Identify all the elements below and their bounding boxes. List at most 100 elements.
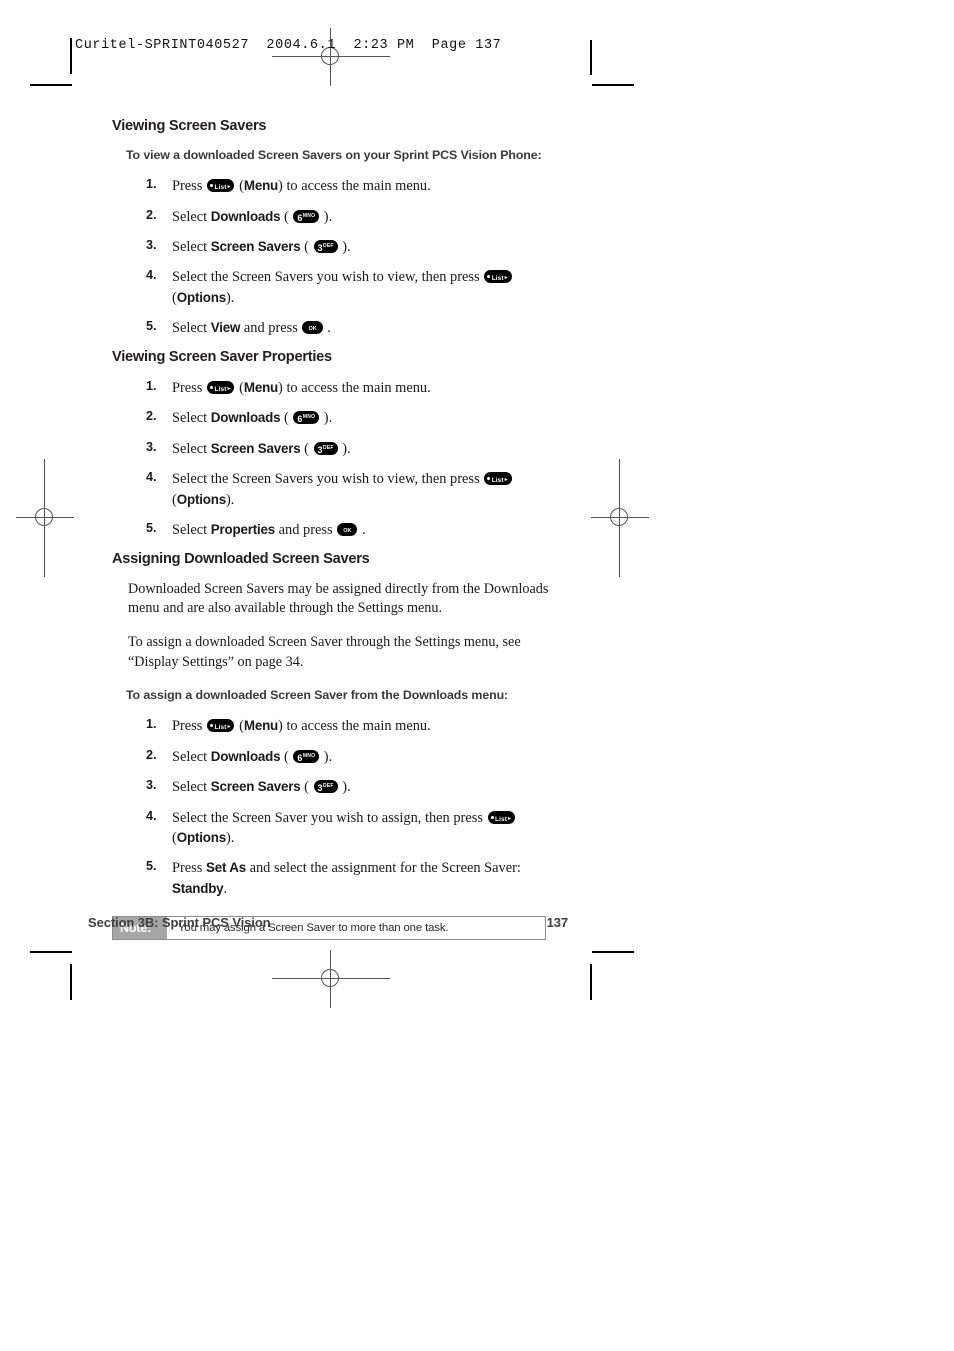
step-text: Select the Screen Saver you wish to assi… (172, 809, 483, 826)
step-text: Select the Screen Savers you wish to vie… (172, 269, 480, 286)
list-item: 3. Select Screen Savers ( 3DEF ). (146, 439, 351, 457)
step-period: . (223, 880, 228, 897)
digit-6-key-icon: 6MNO (293, 411, 320, 425)
step-number: 1. (146, 717, 157, 732)
digit-3-key-icon: 3DEF (313, 441, 338, 455)
step-text: Select (172, 779, 208, 796)
menu-name: Properties (210, 522, 276, 538)
crop-mark-top-right-horizontal (592, 84, 634, 86)
section-2-heading: Viewing Screen Saver Properties (112, 348, 332, 365)
crop-mark-bottom-right-horizontal (592, 951, 634, 953)
step-text: Select (172, 208, 208, 225)
step-number: 1. (146, 177, 157, 192)
list-item: 3. Select Screen Savers ( 3DEF ). (146, 778, 351, 796)
step-key-label: Menu (243, 718, 279, 734)
crop-mark-bottom-right-vertical (590, 964, 592, 1000)
crop-mark-bottom-left-horizontal (30, 951, 72, 953)
section-3-paragraph-1: Downloaded Screen Savers may be assigned… (128, 580, 549, 617)
menu-name: Screen Savers (210, 239, 301, 255)
menu-name: Screen Savers (210, 779, 301, 795)
step-text: Select (172, 440, 208, 457)
page-title: Viewing Screen Savers (112, 118, 267, 134)
step-text: Select (172, 522, 208, 539)
list-item: 3. Select Screen Savers ( 3DEF ). (146, 238, 351, 256)
step-text: Select (172, 320, 208, 337)
print-slug: Curitel-SPRINT040527 2004.6.1 2:23 PM Pa… (75, 38, 502, 53)
list-item: 1. Press List▸ (Menu) to access the main… (146, 177, 431, 195)
step-key-label: Menu (243, 379, 279, 395)
step-number: 4. (146, 808, 157, 823)
digit-6-key-icon: 6MNO (293, 749, 320, 763)
step-text-mid: and select the assignment for the Screen… (249, 860, 521, 877)
page-footer: Section 3B: Sprint PCS Vision 137 (88, 915, 568, 930)
assignment-option: Standby (172, 880, 224, 896)
menu-name: Downloads (210, 208, 281, 224)
page-content: Viewing Screen Savers To view a download… (112, 118, 582, 941)
list-item: 2. Select Downloads ( 6MNO ). (146, 409, 333, 427)
step-number: 3. (146, 238, 157, 253)
step-key-label: Options (176, 289, 226, 305)
section-3-steps: 1. Press List▸ (Menu) to access the main… (112, 716, 582, 899)
list-item: 2. Select Downloads ( 6MNO ). (146, 207, 333, 225)
list-item: 2. Select Downloads ( 6MNO ). (146, 747, 333, 765)
step-text-mid: and press (278, 522, 333, 539)
list-item: 5. Select Properties and press OK . (146, 521, 366, 539)
menu-name: Downloads (210, 410, 281, 426)
step-text-mid: and press (243, 320, 298, 337)
step-text: Select (172, 410, 208, 427)
step-number: 5. (146, 859, 157, 874)
crop-mark-top-right-vertical (590, 40, 592, 75)
list-key-icon: List▸ (484, 472, 512, 486)
ok-key-icon: OK (302, 321, 323, 335)
step-key-label: Menu (243, 178, 279, 194)
step-number: 2. (146, 409, 157, 424)
registration-mark-right-center (591, 459, 649, 577)
step-text: Select (172, 748, 208, 765)
list-item: 4. Select the Screen Savers you wish to … (146, 267, 582, 308)
digit-3-key-icon: 3DEF (313, 240, 338, 254)
list-key-icon: List▸ (207, 719, 235, 733)
section-2-steps: 1. Press List▸ (Menu) to access the main… (112, 378, 582, 541)
step-number: 4. (146, 470, 157, 485)
list-key-icon: List▸ (484, 270, 512, 284)
step-number: 2. (146, 207, 157, 222)
step-text: Press (172, 718, 203, 735)
menu-name: Set As (206, 860, 246, 876)
list-item: 4. Select the Screen Savers you wish to … (146, 469, 582, 510)
step-text: Press (172, 178, 203, 195)
ok-key-icon: OK (337, 523, 358, 537)
list-key-icon: List▸ (487, 810, 516, 824)
menu-name: View (210, 320, 241, 336)
step-number: 4. (146, 268, 157, 283)
section-3-heading: Assigning Downloaded Screen Savers (112, 550, 370, 567)
crop-mark-top-left-horizontal (30, 84, 72, 86)
registration-mark-left-center (16, 459, 74, 577)
section-1-steps: 1. Press List▸ (Menu) to access the main… (112, 176, 582, 339)
step-number: 3. (146, 778, 157, 793)
step-text: Select (172, 239, 208, 256)
step-text: Press (172, 379, 203, 396)
footer-section-label: Section 3B: Sprint PCS Vision (88, 915, 271, 930)
step-key-label: Options (176, 829, 226, 845)
step-text-tail: to access the main menu. (286, 379, 431, 396)
crop-mark-bottom-left-vertical (70, 964, 72, 1000)
step-number: 1. (146, 378, 157, 393)
footer-page-number: 137 (546, 915, 568, 930)
digit-3-key-icon: 3DEF (313, 780, 338, 794)
section-3-lead: To assign a downloaded Screen Saver from… (126, 688, 509, 703)
digit-6-key-icon: 6MNO (293, 209, 320, 223)
list-item: 4. Select the Screen Saver you wish to a… (146, 808, 582, 849)
list-item: 5. Select View and press OK . (146, 319, 331, 337)
list-key-icon: List▸ (207, 380, 235, 394)
section-3-paragraph-2: To assign a downloaded Screen Saver thro… (128, 634, 521, 671)
step-text: Press (172, 860, 203, 877)
crop-mark-top-left-vertical (70, 38, 72, 74)
step-number: 5. (146, 319, 157, 334)
step-number: 5. (146, 521, 157, 536)
list-item: 1. Press List▸ (Menu) to access the main… (146, 378, 431, 396)
step-key-label: Options (176, 491, 226, 507)
list-key-icon: List▸ (207, 179, 235, 193)
list-item: 5. Press Set As and select the assignmen… (146, 858, 582, 899)
step-text-tail: to access the main menu. (286, 718, 431, 735)
step-text-tail: to access the main menu. (286, 178, 431, 195)
